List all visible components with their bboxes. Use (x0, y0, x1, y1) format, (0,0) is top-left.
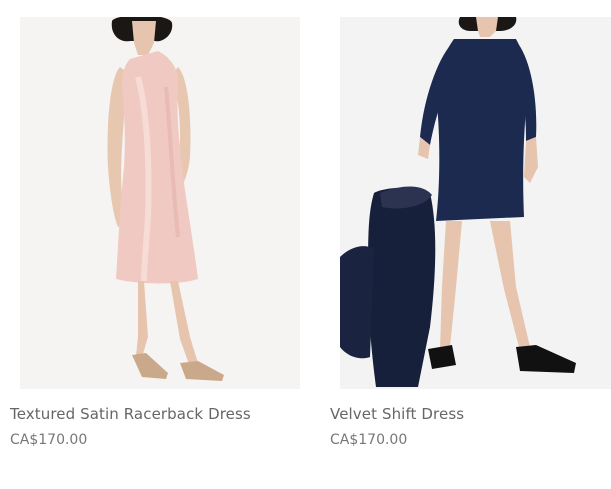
product-name[interactable]: Velvet Shift Dress (330, 405, 464, 423)
pink-satin-racerback-dress-photo (20, 17, 300, 389)
product-image[interactable] (20, 17, 300, 389)
product-grid: Textured Satin Racerback Dress CA$170.00 (0, 0, 611, 489)
product-price: CA$170.00 (330, 432, 408, 448)
product-price: CA$170.00 (10, 432, 88, 448)
navy-velvet-shift-dress-photo (340, 17, 611, 389)
product-image[interactable] (340, 17, 611, 389)
product-card[interactable]: Textured Satin Racerback Dress CA$170.00 (10, 17, 300, 448)
product-card[interactable]: Velvet Shift Dress CA$170.00 (330, 17, 611, 448)
product-name[interactable]: Textured Satin Racerback Dress (10, 405, 251, 423)
